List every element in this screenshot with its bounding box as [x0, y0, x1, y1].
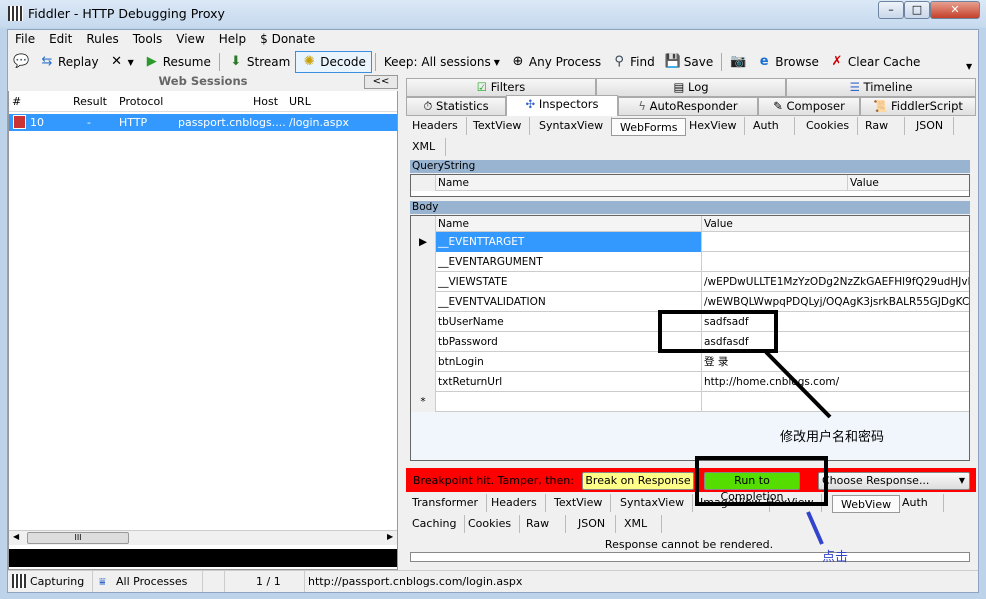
- annotation-edit-note: 修改用户名和密码: [780, 430, 885, 445]
- annotation-blue-line: [806, 511, 824, 545]
- annotation-box-run: [695, 456, 828, 506]
- annotation-lines: [764, 350, 832, 545]
- annotation-arrow-line: [764, 350, 832, 419]
- annotation-click-note: 点击: [822, 550, 849, 565]
